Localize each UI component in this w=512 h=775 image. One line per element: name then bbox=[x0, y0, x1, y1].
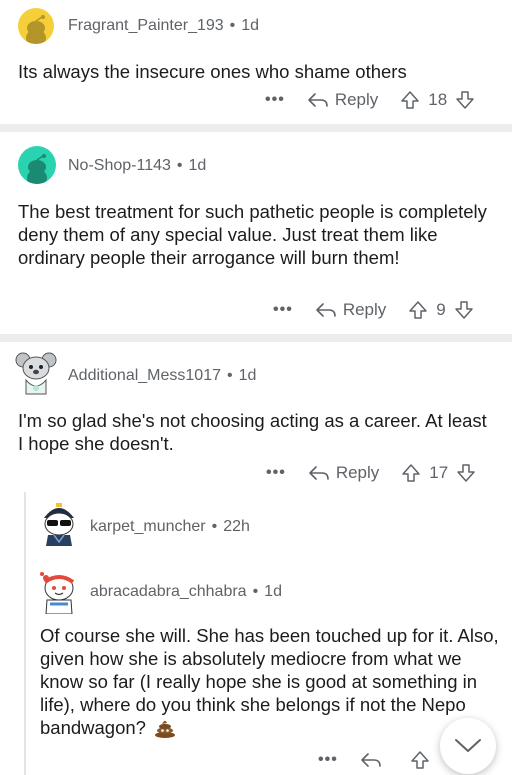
koala-avatar-icon bbox=[15, 352, 57, 395]
comment-text: Of course she will. She has been touched… bbox=[40, 624, 504, 743]
reply-button[interactable]: Reply bbox=[307, 90, 378, 110]
vote-count: 18 bbox=[428, 90, 448, 109]
comment-text: Its always the insecure ones who shame o… bbox=[18, 61, 407, 82]
downvote-arrow-icon[interactable] bbox=[456, 463, 476, 483]
avatar[interactable] bbox=[14, 348, 58, 396]
comment-meta: abracadabra_chhabra • 1d bbox=[90, 583, 282, 600]
downvote-arrow-icon[interactable] bbox=[455, 90, 475, 110]
comment-age: 1d bbox=[264, 583, 282, 600]
avatar[interactable] bbox=[36, 500, 82, 546]
vote-count: 9 bbox=[436, 300, 446, 319]
reply-button[interactable] bbox=[360, 751, 388, 769]
upvote-arrow-icon[interactable] bbox=[401, 463, 421, 483]
comment-actions: ••• Reply 18 bbox=[265, 90, 475, 110]
vote-control: 18 bbox=[400, 90, 475, 110]
comment-actions: ••• bbox=[318, 750, 430, 770]
thread-line[interactable] bbox=[24, 492, 26, 775]
chevron-down-icon bbox=[455, 739, 481, 752]
comment-text-content: Of course she will. She has been touched… bbox=[40, 625, 499, 738]
reply-arrow-icon bbox=[361, 753, 381, 767]
avatar[interactable] bbox=[18, 146, 56, 184]
vote-control bbox=[410, 750, 430, 770]
comment-separator bbox=[0, 124, 512, 132]
reply-arrow-icon bbox=[309, 466, 329, 480]
snoo-avatar-icon bbox=[27, 154, 47, 184]
reply-arrow-icon bbox=[316, 303, 336, 317]
username[interactable]: abracadabra_chhabra bbox=[90, 583, 247, 600]
reply-label: Reply bbox=[342, 300, 387, 319]
upvote-arrow-icon[interactable] bbox=[400, 90, 420, 110]
scroll-down-button[interactable] bbox=[440, 718, 496, 774]
more-options-button[interactable]: ••• bbox=[266, 464, 286, 482]
comment-actions: ••• Reply 9 bbox=[273, 300, 474, 320]
reply-button[interactable]: Reply bbox=[315, 300, 386, 320]
vote-count: 17 bbox=[429, 463, 449, 482]
more-options-button[interactable]: ••• bbox=[273, 301, 293, 319]
username[interactable]: Additional_Mess1017 bbox=[68, 367, 221, 384]
more-options-button[interactable]: ••• bbox=[265, 91, 285, 109]
username[interactable]: No-Shop-1143 bbox=[68, 157, 171, 174]
comment-age: 22h bbox=[223, 518, 250, 535]
snoo-headband-avatar-icon bbox=[40, 572, 75, 614]
more-options-button[interactable]: ••• bbox=[318, 751, 338, 769]
comment-text: The best treatment for such pathetic peo… bbox=[18, 201, 487, 268]
reply-label: Reply bbox=[334, 90, 379, 109]
comment-meta: Additional_Mess1017 • 1d bbox=[68, 367, 257, 384]
snoo-avatar-icon bbox=[26, 15, 46, 44]
downvote-arrow-icon[interactable] bbox=[454, 300, 474, 320]
avatar[interactable] bbox=[18, 8, 54, 44]
comment-meta: No-Shop-1143 • 1d bbox=[68, 157, 207, 174]
comment-meta: Fragrant_Painter_193 • 1d bbox=[68, 17, 260, 34]
comment-age: 1d bbox=[241, 17, 260, 34]
comment-text: I'm so glad she's not choosing acting as… bbox=[18, 410, 487, 454]
comment-age: 1d bbox=[188, 157, 207, 174]
reply-button[interactable]: Reply bbox=[308, 463, 379, 483]
avatar[interactable] bbox=[36, 566, 82, 614]
upvote-arrow-icon[interactable] bbox=[410, 750, 430, 770]
vote-control: 17 bbox=[401, 463, 476, 483]
comment-meta: karpet_muncher • 22h bbox=[90, 518, 250, 535]
reply-label: Reply bbox=[335, 463, 380, 482]
vote-control: 9 bbox=[408, 300, 473, 320]
username[interactable]: karpet_muncher bbox=[90, 518, 206, 535]
comment-age: 1d bbox=[238, 367, 257, 384]
comment-actions: ••• Reply 17 bbox=[266, 463, 476, 483]
reply-arrow-icon bbox=[308, 93, 328, 107]
comment-separator bbox=[0, 334, 512, 342]
upvote-arrow-icon[interactable] bbox=[408, 300, 428, 320]
snoo-cap-sunglasses-avatar-icon bbox=[44, 503, 74, 546]
username[interactable]: Fragrant_Painter_193 bbox=[68, 17, 224, 34]
poop-emoji-icon bbox=[154, 718, 176, 743]
